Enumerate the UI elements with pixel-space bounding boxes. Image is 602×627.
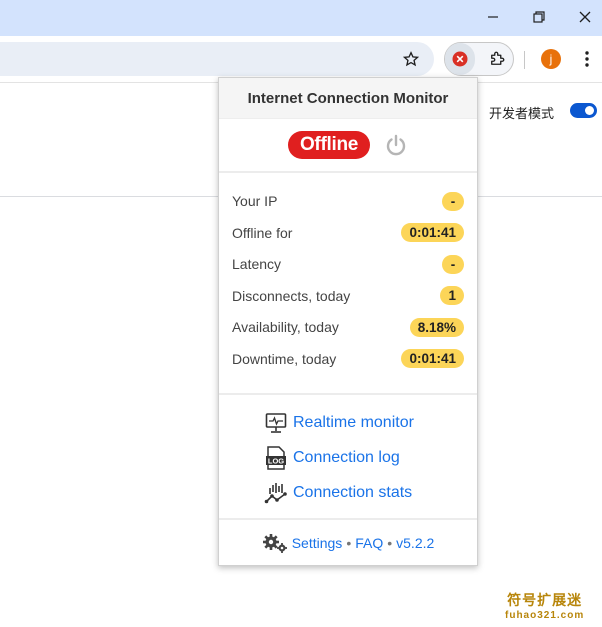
power-icon [386, 134, 406, 156]
connection-monitor-popup: Internet Connection Monitor Offline Your… [218, 77, 478, 566]
popup-title: Internet Connection Monitor [219, 78, 477, 119]
browser-toolbar: j [0, 36, 602, 83]
realtime-monitor-link[interactable]: Realtime monitor [219, 405, 477, 440]
gears-icon [262, 533, 288, 553]
stats-icon [264, 481, 288, 505]
stat-value: 8.18% [409, 317, 464, 337]
settings-link[interactable]: Settings [292, 535, 343, 551]
footer-separator: • [346, 534, 352, 551]
chrome-menu-button[interactable] [571, 43, 602, 75]
restore-icon [533, 11, 545, 23]
stat-value: 1 [440, 286, 464, 305]
stat-disconnects-today: Disconnects, today 1 [232, 280, 464, 311]
developer-mode-toggle[interactable] [570, 103, 597, 118]
minimize-button[interactable] [470, 0, 516, 34]
link-label: Connection stats [293, 483, 413, 501]
svg-text:LOG: LOG [268, 456, 284, 465]
extensions-menu-button[interactable] [481, 43, 513, 75]
stat-label: Offline for [232, 224, 293, 241]
log-icon: LOG [264, 445, 288, 470]
links-list: Realtime monitor LOG Connection log Conn… [219, 395, 477, 520]
minimize-icon [488, 16, 498, 18]
site-watermark: 符号扩展迷 fuhao321.com [505, 590, 584, 621]
close-window-button[interactable] [562, 0, 602, 34]
footer-separator: • [387, 534, 393, 551]
version-link[interactable]: v5.2.2 [396, 535, 434, 551]
error-x-icon [452, 51, 468, 67]
restore-button[interactable] [516, 0, 562, 34]
stat-label: Your IP [232, 193, 278, 209]
title-bar [0, 0, 602, 36]
profile-avatar-button[interactable]: j [535, 43, 567, 75]
stat-value: - [442, 254, 464, 274]
bookmark-star-button[interactable] [395, 43, 427, 75]
puzzle-icon [491, 51, 505, 65]
watermark-line2: fuhao321.com [505, 610, 585, 621]
avatar: j [541, 49, 561, 69]
stat-latency: Latency - [232, 248, 464, 280]
toolbar-divider [524, 51, 525, 69]
stat-availability-today: Availability, today 8.18% [232, 311, 464, 343]
stat-your-ip: Your IP - [232, 185, 464, 217]
stat-downtime-today: Downtime, today 0:01:41 [232, 343, 464, 374]
connection-monitor-extension-button[interactable] [445, 43, 475, 75]
stat-offline-for: Offline for 0:01:41 [232, 217, 464, 248]
stat-label: Availability, today [232, 319, 339, 335]
stat-label: Latency [232, 256, 282, 272]
monitor-icon [264, 411, 288, 435]
stats-list: Your IP - Offline for 0:01:41 Latency - … [219, 173, 477, 395]
power-button[interactable] [384, 133, 408, 157]
stat-label: Downtime, today [232, 350, 337, 367]
status-row: Offline [219, 119, 477, 173]
connection-stats-link[interactable]: Connection stats [219, 475, 477, 510]
star-icon [403, 51, 419, 67]
watermark-line1: 符号扩展迷 [507, 593, 583, 609]
status-badge: Offline [287, 131, 371, 159]
link-label: Realtime monitor [293, 413, 414, 431]
close-icon [579, 11, 591, 23]
kebab-menu-icon [585, 51, 589, 67]
stat-label: Disconnects, today [232, 287, 351, 304]
stat-value: 0:01:41 [401, 349, 464, 368]
connection-log-link[interactable]: LOG Connection log [219, 440, 477, 475]
link-label: Connection log [293, 448, 400, 466]
popup-footer: Settings • FAQ • v5.2.2 [219, 520, 477, 565]
stat-value: - [442, 191, 464, 211]
address-bar[interactable] [0, 42, 434, 76]
faq-link[interactable]: FAQ [355, 535, 383, 551]
stat-value: 0:01:41 [401, 223, 464, 242]
developer-mode-label: 开发者模式 [489, 106, 555, 121]
